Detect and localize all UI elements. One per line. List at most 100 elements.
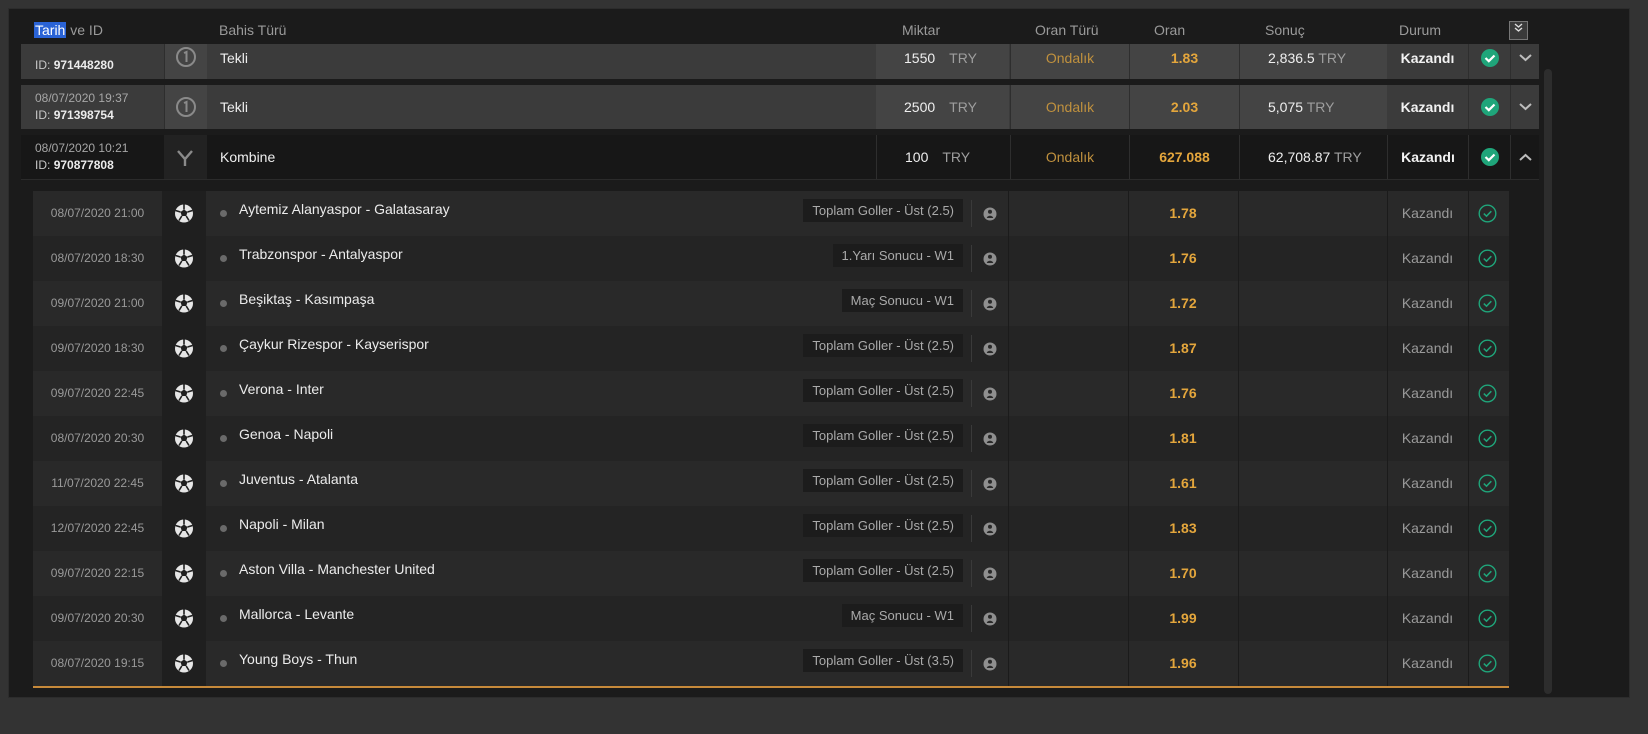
leg-row[interactable]: 09/07/2020 22:45 Verona - Inter Toplam Gol…: [33, 371, 1509, 416]
stats-info-icon[interactable]: [983, 342, 997, 359]
stats-info-icon[interactable]: [983, 567, 997, 584]
leg-status: Kazandı: [1401, 430, 1454, 446]
leg-status: Kazandı: [1401, 340, 1454, 356]
amount-value: 2500: [904, 99, 936, 115]
bullet-dot: [220, 660, 227, 667]
bet-row[interactable]: 08/07/2020 19:37 ID: 971398754 Tekli 250…: [21, 85, 1539, 129]
leg-match: Trabzonspor - Antalyaspor: [239, 246, 403, 262]
divider: [971, 560, 972, 587]
leg-date: 08/07/2020 19:15: [50, 656, 145, 670]
leg-date: 12/07/2020 22:45: [50, 521, 145, 535]
collapse-toggle[interactable]: [1510, 135, 1539, 179]
header-bet-type[interactable]: Bahis Türü: [219, 22, 286, 38]
stats-info-icon[interactable]: [983, 432, 997, 449]
amount-currency: TRY: [949, 50, 977, 66]
header-odds-type[interactable]: Oran Türü: [1035, 22, 1099, 38]
bet-id: 971398754: [53, 108, 114, 122]
chevron-up-icon: [1519, 153, 1532, 161]
bet-row-expanded[interactable]: 08/07/2020 10:21 ID: 970877808 Kombine 1…: [21, 135, 1539, 180]
bet-history-panel: Tarih ve ID Bahis Türü Miktar Oran Türü …: [8, 8, 1630, 698]
football-icon: [162, 596, 206, 641]
header-odds[interactable]: Oran: [1154, 22, 1185, 38]
check-circle-icon: [1478, 429, 1497, 451]
football-icon: [162, 551, 206, 596]
divider: [971, 245, 972, 272]
stats-info-icon[interactable]: [983, 612, 997, 629]
result-value: 2,836.5: [1268, 50, 1315, 66]
leg-status: Kazandı: [1401, 385, 1454, 401]
leg-market-badge: Toplam Goller - Üst (2.5): [803, 379, 963, 402]
leg-date: 09/07/2020 18:30: [50, 341, 145, 355]
leg-market-badge: 1.Yarı Sonucu - W1: [832, 244, 963, 267]
divider: [971, 335, 972, 362]
bullet-dot: [220, 210, 227, 217]
stats-info-icon[interactable]: [983, 522, 997, 539]
bet-result: 5,075 TRY: [1239, 85, 1387, 129]
leg-row[interactable]: 08/07/2020 18:30 Trabzonspor - Antalyaspo…: [33, 236, 1509, 281]
stats-info-icon[interactable]: [983, 252, 997, 269]
bet-row[interactable]: ID: 971448280 Tekli 1550 TRY Ondalık 1.83…: [21, 44, 1539, 79]
leg-market-badge: Toplam Goller - Üst (2.5): [803, 514, 963, 537]
check-circle-icon: [1478, 204, 1497, 226]
check-circle-icon: [1478, 249, 1497, 271]
stats-info-icon[interactable]: [983, 657, 997, 674]
header-date-id[interactable]: Tarih ve ID: [34, 22, 103, 38]
leg-row[interactable]: 09/07/2020 22:15 Aston Villa - Manchester…: [33, 551, 1509, 596]
leg-match: Young Boys - Thun: [239, 651, 358, 667]
stats-info-icon[interactable]: [983, 297, 997, 314]
leg-status: Kazandı: [1401, 610, 1454, 626]
divider: [971, 380, 972, 407]
leg-odds: 1.61: [1169, 475, 1197, 491]
expand-toggle[interactable]: [1510, 85, 1539, 129]
collapse-all-button[interactable]: [1509, 21, 1528, 40]
divider: [1468, 506, 1469, 551]
header-date-rest: ve ID: [66, 22, 103, 38]
divider: [1008, 236, 1009, 281]
leg-status: Kazandı: [1401, 565, 1454, 581]
leg-row[interactable]: 12/07/2020 22:45 Napoli - Milan Toplam Gol…: [33, 506, 1509, 551]
bet-odds: 1.83: [1129, 44, 1239, 79]
leg-odds: 1.83: [1169, 520, 1197, 536]
leg-row[interactable]: 09/07/2020 18:30 Çaykur Rizespor - Kayser…: [33, 326, 1509, 371]
divider: [1468, 551, 1469, 596]
stats-info-icon[interactable]: [983, 387, 997, 404]
expand-toggle[interactable]: [1510, 44, 1539, 79]
amount-currency: TRY: [942, 149, 971, 165]
divider: [971, 470, 972, 497]
divider: [1008, 326, 1009, 371]
football-icon: [162, 236, 206, 281]
leg-odds: 1.76: [1169, 250, 1197, 266]
leg-odds: 1.76: [1169, 385, 1197, 401]
leg-row[interactable]: 08/07/2020 19:15 Young Boys - Thun Toplam …: [33, 641, 1509, 686]
divider: [1008, 596, 1009, 641]
leg-odds: 1.78: [1169, 205, 1197, 221]
stats-info-icon[interactable]: [983, 477, 997, 494]
leg-row[interactable]: 09/07/2020 20:30 Mallorca - Levante Maç So…: [33, 596, 1509, 641]
leg-row[interactable]: 08/07/2020 21:00 Aytemiz Alanyaspor - Gal…: [33, 191, 1509, 236]
leg-row[interactable]: 11/07/2020 22:45 Juventus - Atalanta Topla…: [33, 461, 1509, 506]
header-result[interactable]: Sonuç: [1265, 22, 1305, 38]
bet-id: 971448280: [53, 58, 114, 72]
football-icon: [162, 641, 206, 686]
leg-row[interactable]: 09/07/2020 21:00 Beşiktaş - Kasımpaşa Maç …: [33, 281, 1509, 326]
leg-odds: 1.99: [1169, 610, 1197, 626]
divider: [971, 515, 972, 542]
leg-status: Kazandı: [1401, 655, 1454, 671]
bullet-dot: [220, 570, 227, 577]
divider: [1008, 461, 1009, 506]
divider: [1008, 416, 1009, 461]
divider: [1008, 371, 1009, 416]
leg-match: Juventus - Atalanta: [239, 471, 359, 487]
leg-date: 11/07/2020 22:45: [51, 476, 144, 490]
stats-info-icon[interactable]: [983, 207, 997, 224]
result-currency: TRY: [1306, 99, 1335, 115]
bet-amount: 1550 TRY: [876, 44, 1009, 79]
divider: [1238, 371, 1239, 416]
divider: [1468, 416, 1469, 461]
divider: [1008, 191, 1009, 236]
leg-row[interactable]: 08/07/2020 20:30 Genoa - Napoli Toplam Gol…: [33, 416, 1509, 461]
header-status[interactable]: Durum: [1399, 22, 1441, 38]
scrollbar[interactable]: [1544, 69, 1552, 694]
header-amount[interactable]: Miktar: [902, 22, 940, 38]
divider: [1468, 236, 1469, 281]
